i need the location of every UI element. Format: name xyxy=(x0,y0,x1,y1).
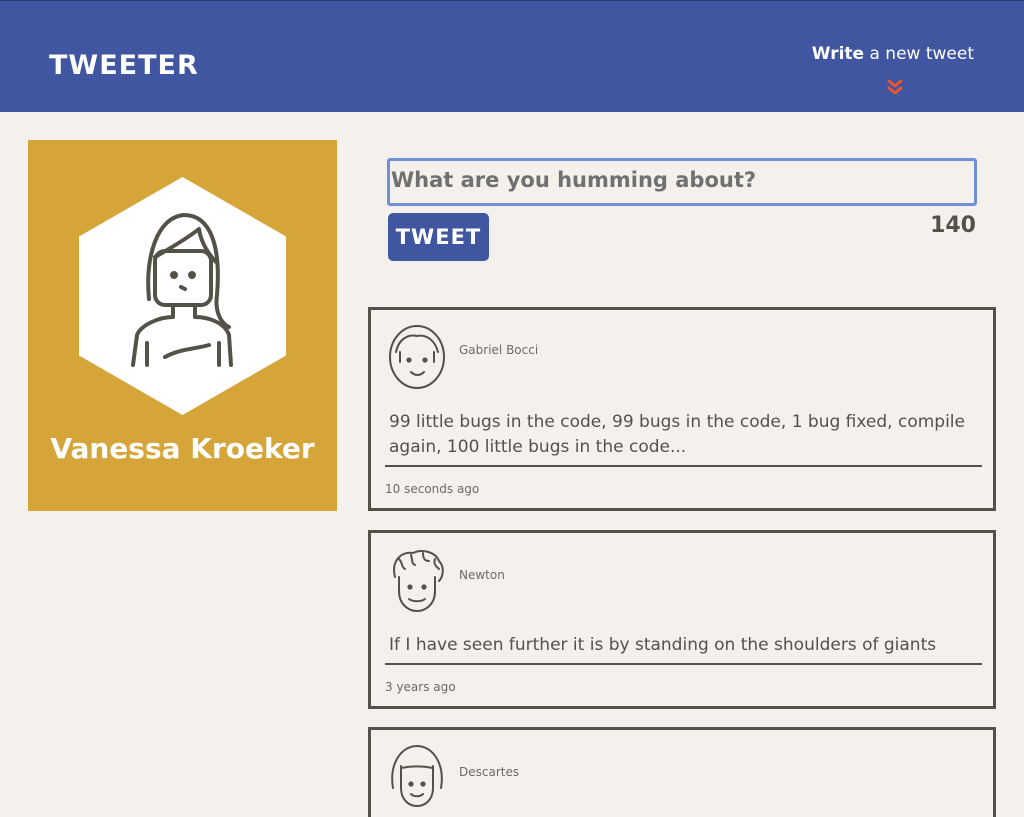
compose-toggle-label: a new tweet xyxy=(864,44,974,64)
tweet-text-input[interactable]: What are you humming about? xyxy=(387,158,977,206)
profile-name: Vanessa Kroeker xyxy=(50,432,315,465)
tweet-timestamp: 3 years ago xyxy=(385,680,456,694)
tweet-card: Gabriel Bocci 99 little bugs in the code… xyxy=(368,307,996,511)
user-profile-card: Vanessa Kroeker xyxy=(28,140,337,511)
tweet-text: 99 little bugs in the code, 99 bugs in t… xyxy=(389,412,965,457)
tweet-author: Gabriel Bocci xyxy=(459,343,539,357)
character-counter: 140 xyxy=(930,213,976,238)
tweet-submit-button[interactable]: TWEET xyxy=(388,213,489,261)
tweet-author: Descartes xyxy=(459,765,520,779)
compose-tweet-toggle[interactable]: Write a new tweet xyxy=(812,43,974,65)
double-chevron-down-icon[interactable] xyxy=(887,78,903,96)
app-logo[interactable]: TWEETER xyxy=(49,50,199,82)
tweet-card: Newton If I have seen further it is by s… xyxy=(368,530,996,709)
author-avatar-icon xyxy=(393,550,444,612)
author-avatar-icon xyxy=(389,325,445,389)
tweet-timestamp: 10 seconds ago xyxy=(385,482,480,496)
tweet-divider xyxy=(385,465,982,467)
top-navigation: TWEETER Write a new tweet xyxy=(0,0,1024,112)
tweet-text: If I have seen further it is by standing… xyxy=(389,635,937,655)
tweet-card: Descartes xyxy=(368,727,996,817)
profile-avatar-icon xyxy=(79,177,286,415)
tweet-author: Newton xyxy=(459,568,505,582)
tweet-divider xyxy=(385,663,982,665)
compose-toggle-bold: Write xyxy=(811,44,865,64)
author-avatar-icon xyxy=(391,745,443,807)
